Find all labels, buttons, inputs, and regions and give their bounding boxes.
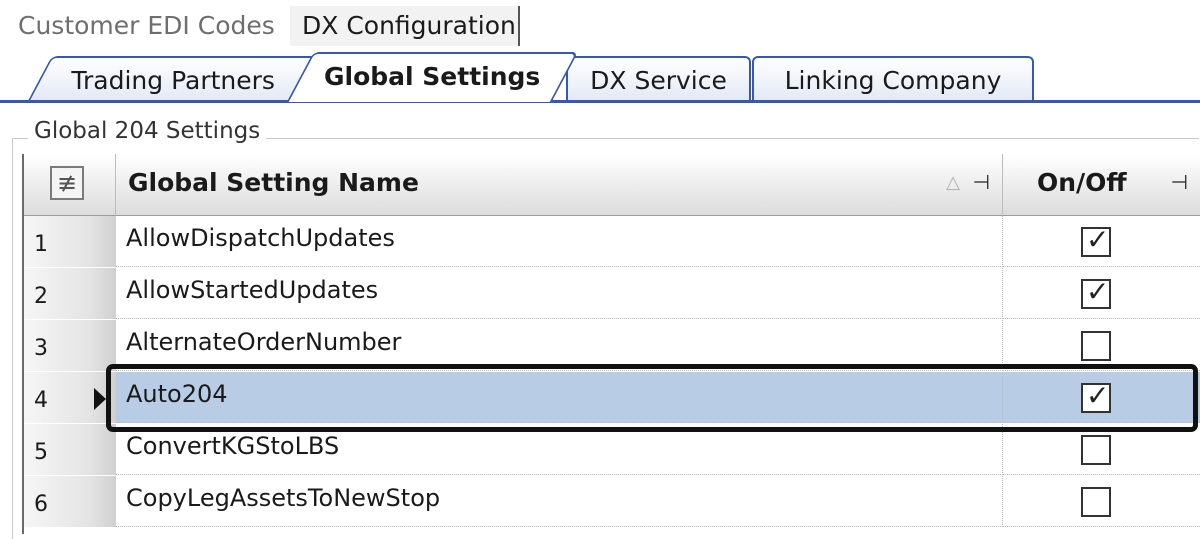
tab-label: Global Settings — [324, 62, 541, 91]
row-selector[interactable]: 1 — [24, 216, 116, 268]
setting-name-cell[interactable]: CopyLegAssetsToNewStop — [116, 476, 1003, 527]
row-arrow-icon — [94, 388, 106, 410]
row-selector[interactable]: 2 — [24, 268, 116, 320]
tab-dx-configuration[interactable]: DX Configuration — [290, 6, 520, 46]
pin-icon[interactable]: ⊣ — [1171, 170, 1188, 194]
onoff-cell — [1003, 476, 1200, 527]
onoff-cell: ✓ — [1003, 216, 1200, 267]
row-number: 4 — [34, 388, 48, 413]
pin-icon[interactable]: ⊣ — [973, 170, 990, 194]
table-row[interactable]: 1 AllowDispatchUpdates ✓ — [24, 216, 1200, 268]
setting-name: ConvertKGStoLBS — [126, 432, 340, 460]
onoff-checkbox[interactable] — [1081, 487, 1111, 517]
tab-dx-service[interactable]: DX Service — [566, 56, 751, 100]
setting-name-cell[interactable]: AllowDispatchUpdates — [116, 216, 1003, 267]
row-number: 1 — [34, 232, 48, 257]
top-tab-bar: Customer EDI Codes DX Configuration — [0, 0, 1200, 48]
setting-name: AlternateOrderNumber — [126, 328, 402, 356]
onoff-checkbox[interactable]: ✓ — [1081, 275, 1111, 309]
column-header-setting-name[interactable]: Global Setting Name △ ⊣ — [116, 154, 1003, 216]
check-icon: ✓ — [1086, 223, 1110, 256]
setting-name: AllowStartedUpdates — [126, 276, 379, 304]
onoff-checkbox[interactable] — [1081, 435, 1111, 465]
row-number: 2 — [34, 284, 48, 309]
grid-header-corner: ≢ — [24, 154, 116, 216]
row-number: 5 — [34, 440, 48, 465]
column-header-onoff[interactable]: On/Off ⊣ — [1003, 154, 1200, 216]
row-selector[interactable]: 5 — [24, 424, 116, 476]
column-header-label: On/Off — [1037, 168, 1127, 197]
tab-global-settings[interactable]: Global Settings — [286, 52, 579, 102]
row-selector[interactable]: 4 — [24, 372, 116, 424]
column-chooser-icon[interactable]: ≢ — [50, 166, 84, 200]
setting-name-cell[interactable]: AllowStartedUpdates — [116, 268, 1003, 319]
sort-ascending-icon: △ — [946, 172, 960, 193]
table-row[interactable]: 2 AllowStartedUpdates ✓ — [24, 268, 1200, 320]
check-icon: ✓ — [1086, 275, 1110, 308]
tab-trading-partners[interactable]: Trading Partners — [28, 56, 322, 100]
group-title: Global 204 Settings — [28, 116, 267, 146]
tab-linking-company[interactable]: Linking Company — [752, 56, 1034, 100]
setting-name: AllowDispatchUpdates — [126, 224, 395, 252]
setting-name: CopyLegAssetsToNewStop — [126, 484, 441, 512]
row-selector[interactable]: 6 — [24, 476, 116, 528]
onoff-checkbox[interactable] — [1081, 331, 1111, 361]
tab-label: Trading Partners — [71, 66, 276, 95]
column-header-label: Global Setting Name — [128, 168, 419, 197]
row-number: 6 — [34, 492, 48, 517]
onoff-cell: ✓ — [1003, 268, 1200, 319]
annotation-highlight-box — [106, 364, 1198, 432]
onoff-checkbox[interactable]: ✓ — [1081, 223, 1111, 257]
row-number: 3 — [34, 336, 48, 361]
row-selector[interactable]: 3 — [24, 320, 116, 372]
table-row[interactable]: 6 CopyLegAssetsToNewStop — [24, 476, 1200, 528]
tab-customer-edi-codes[interactable]: Customer EDI Codes — [18, 6, 275, 46]
